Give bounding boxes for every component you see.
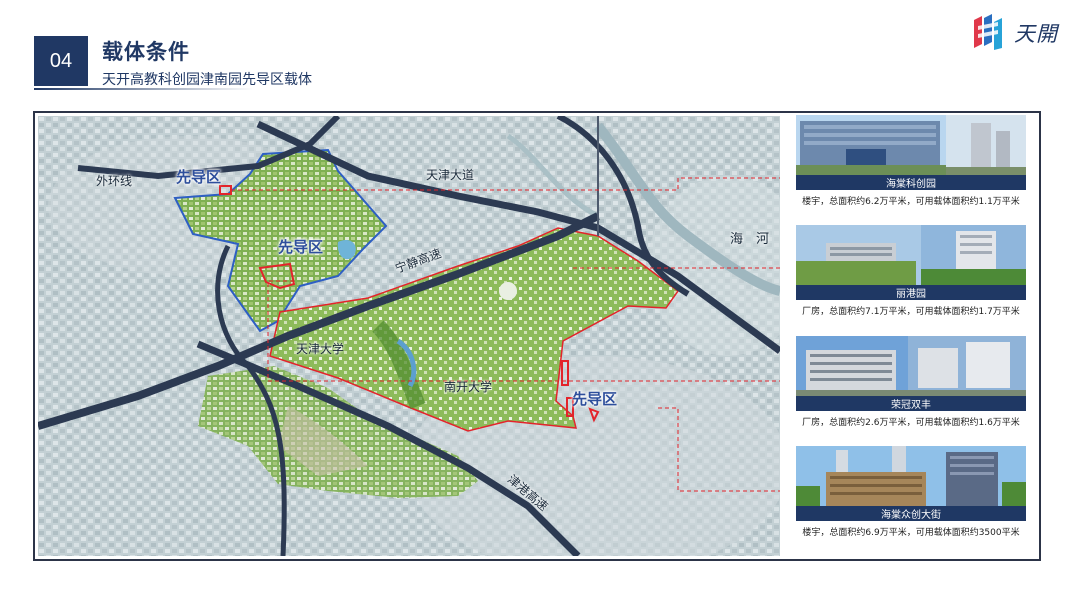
- carrier-name: 丽港园: [796, 285, 1026, 300]
- carrier-name: 海棠科创园: [796, 175, 1026, 190]
- pilot-zone-label-north: 先导区: [176, 168, 222, 186]
- header-divider: [34, 88, 254, 90]
- page-subtitle: 天开高教科创园津南园先导区载体: [102, 72, 312, 88]
- rongguan-shuangfeng-photo: [796, 336, 1026, 396]
- section-number: 04: [49, 49, 73, 72]
- ligang-park-photo: [796, 225, 1026, 285]
- carrier-description: 楼宇，总面积约6.2万平米，可用载体面积约1.1万平米: [802, 197, 1020, 207]
- haitang-park-photo: [796, 115, 1026, 175]
- carrier-description: 厂房，总面积约2.6万平米，可用载体面积约1.6万平米: [802, 418, 1020, 428]
- carrier-name: 荣冠双丰: [796, 396, 1026, 411]
- carrier-description: 楼宇，总面积约6.9万平米，可用载体面积约3500平米: [802, 528, 1020, 538]
- pilot-zone-label-south: 先导区: [572, 390, 618, 408]
- section-number-badge: 04: [34, 36, 88, 86]
- nankai-university-label: 南开大学: [444, 380, 493, 394]
- carrier-description: 厂房，总面积约7.1万平米，可用载体面积约1.7万平米: [802, 307, 1020, 317]
- pilot-zone-map: 外环线 天津大道 宁静高速 津港高速 海 河 先导区 先导区 先导区 天津大学 …: [38, 116, 780, 556]
- haihe-river-label: 海 河: [730, 232, 770, 247]
- haitang-street-photo: [796, 446, 1026, 506]
- page-title: 载体条件: [102, 40, 190, 64]
- carrier-name: 海棠众创大街: [796, 506, 1026, 521]
- tianjin-avenue-label: 天津大道: [426, 168, 475, 182]
- pilot-zone-label-center: 先导区: [278, 238, 324, 256]
- outer-ring-road-label: 外环线: [96, 174, 133, 188]
- logo-text: 天開: [1014, 22, 1058, 46]
- tianjin-university-label: 天津大学: [296, 342, 345, 356]
